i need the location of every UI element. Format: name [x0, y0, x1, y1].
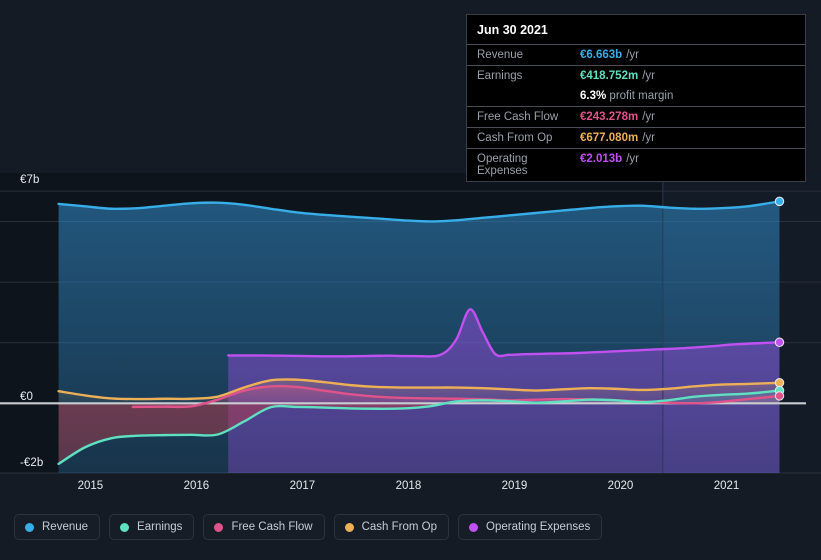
- y-axis-label-neg2b: -€2b: [20, 456, 44, 469]
- tooltip-unit-free-cash-flow: /yr: [642, 111, 655, 123]
- legend-item-earnings[interactable]: Earnings: [109, 514, 195, 540]
- tooltip-value-revenue: €6.663b: [580, 49, 623, 61]
- tooltip-value-cash-from-op: €677.080m: [580, 132, 639, 144]
- tooltip-profit-margin-text: profit margin: [609, 90, 674, 102]
- legend-item-free-cash-flow[interactable]: Free Cash Flow: [203, 514, 325, 540]
- legend-item-label: Operating Expenses: [486, 521, 591, 533]
- legend-item-label: Free Cash Flow: [231, 521, 313, 533]
- legend-item-cash-from-op[interactable]: Cash From Op: [333, 514, 450, 540]
- tooltip-label-operating-expenses: Operating Expenses: [477, 153, 528, 177]
- legend-item-label: Cash From Op: [361, 521, 438, 533]
- tooltip-unit-revenue: /yr: [626, 49, 639, 61]
- y-axis-label-7b: €7b: [20, 174, 40, 187]
- tooltip-profit-margin: 6.3% profit margin: [580, 90, 673, 102]
- legend-dot-icon: [120, 522, 130, 532]
- legend-item-operating-expenses[interactable]: Operating Expenses: [458, 514, 603, 540]
- legend-item-label: Earnings: [137, 521, 183, 533]
- tooltip-profit-margin-value: 6.3%: [580, 90, 607, 102]
- y-axis-label-0: €0: [20, 391, 33, 404]
- tooltip-row-operating-expenses: Operating Expenses €2.013b /yr: [467, 148, 805, 181]
- tooltip-value-earnings: €418.752m: [580, 70, 639, 82]
- legend-item-revenue[interactable]: Revenue: [14, 514, 101, 540]
- tooltip-unit-earnings: /yr: [642, 70, 655, 82]
- x-axis-label-2016: 2016: [183, 480, 210, 492]
- tooltip-row-revenue: Revenue €6.663b /yr: [467, 44, 805, 65]
- x-axis-label-2018: 2018: [395, 480, 422, 492]
- x-axis-label-2020: 2020: [607, 480, 634, 492]
- tooltip-row-profit-margin: 6.3% profit margin: [467, 86, 805, 106]
- x-axis-label-2019: 2019: [501, 480, 528, 492]
- tooltip-label-earnings: Earnings: [477, 70, 523, 82]
- tooltip-value-free-cash-flow: €243.278m: [580, 111, 639, 123]
- revenue-endpoint: [774, 196, 785, 207]
- tooltip-unit-cash-from-op: /yr: [642, 132, 655, 144]
- tooltip-row-cash-from-op: Cash From Op €677.080m /yr: [467, 127, 805, 148]
- chart-legend: Revenue Earnings Free Cash Flow Cash From O…: [14, 514, 603, 540]
- tooltip-unit-operating-expenses: /yr: [626, 153, 639, 165]
- operating-expenses-endpoint: [774, 337, 785, 348]
- free-cash-flow-endpoint: [774, 391, 785, 401]
- legend-dot-icon: [344, 522, 354, 532]
- tooltip-date: Jun 30 2021: [477, 23, 548, 37]
- tooltip-row-free-cash-flow: Free Cash Flow €243.278m /yr: [467, 106, 805, 127]
- legend-dot-icon: [214, 522, 224, 532]
- tooltip-row-earnings: Earnings €418.752m /yr: [467, 65, 805, 86]
- x-axis-label-2021: 2021: [713, 480, 740, 492]
- x-axis-label-2015: 2015: [77, 480, 104, 492]
- legend-dot-icon: [469, 522, 479, 532]
- legend-item-label: Revenue: [42, 521, 89, 533]
- x-axis-label-2017: 2017: [289, 480, 316, 492]
- tooltip-label-cash-from-op: Cash From Op: [477, 132, 553, 144]
- chart-tooltip: Jun 30 2021 Revenue €6.663b /yr Earnings…: [466, 14, 806, 182]
- cash-from-op-endpoint: [774, 378, 785, 388]
- tooltip-label-revenue: Revenue: [477, 49, 524, 61]
- legend-dot-icon: [25, 522, 34, 532]
- tooltip-value-operating-expenses: €2.013b: [580, 153, 623, 165]
- tooltip-label-free-cash-flow: Free Cash Flow: [477, 111, 559, 123]
